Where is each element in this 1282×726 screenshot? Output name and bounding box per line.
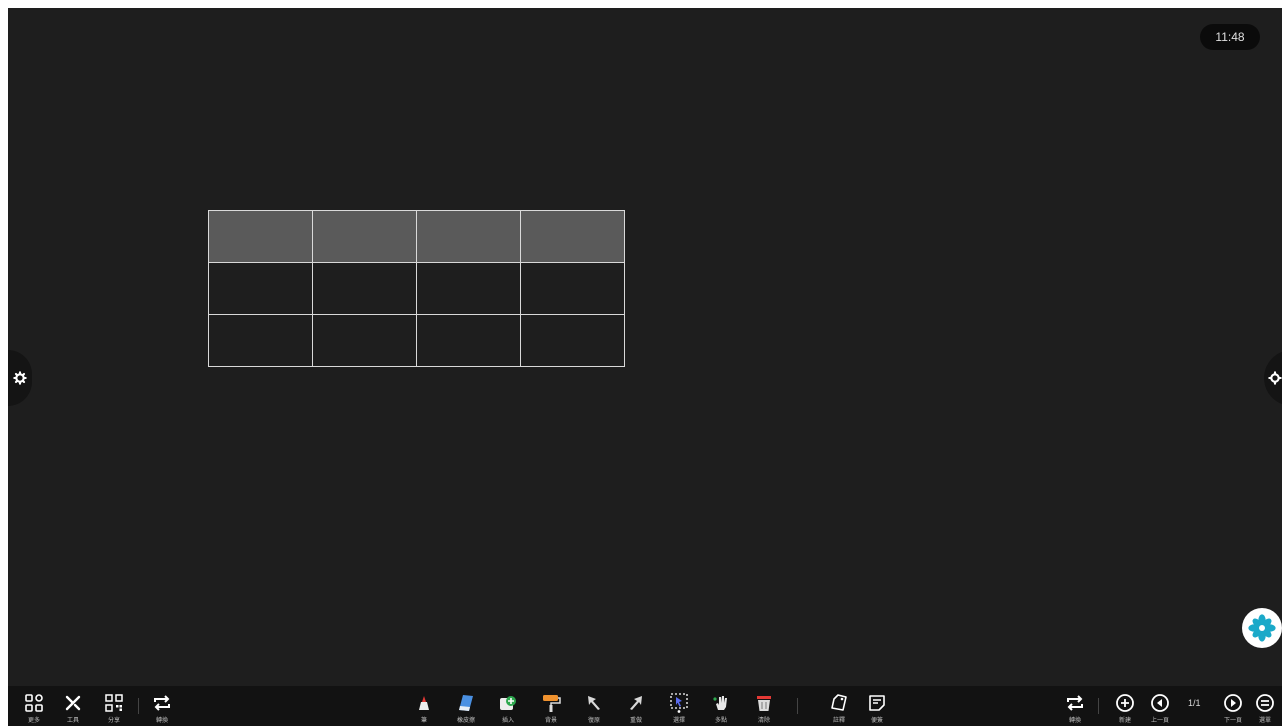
toolbar-divider	[138, 698, 139, 714]
toolbar-label: 橡皮擦	[456, 718, 475, 724]
grid-apps-icon	[25, 694, 43, 712]
clock: 11:48	[1200, 24, 1260, 50]
annotation-tag-icon	[831, 694, 847, 711]
toolbar-label: 清除	[757, 718, 770, 724]
pen-icon	[419, 696, 429, 710]
clear-trash-icon	[757, 696, 771, 711]
switch-button[interactable]: 轉換	[145, 686, 179, 726]
eraser-icon	[459, 695, 473, 711]
qr-code-icon	[105, 694, 123, 712]
table-cell[interactable]	[520, 210, 625, 263]
table-row	[208, 314, 625, 367]
toolbar-label: 便簽	[870, 718, 883, 724]
toolbar-label: 筆	[420, 718, 427, 724]
toolbar-label: 工具	[66, 718, 79, 724]
pinwheel-icon	[1248, 614, 1276, 642]
bottom-toolbar: 更多 工具 分享 轉換 筆 橡皮擦 插入 背景 復原 重做 選擇 多點 清除 註…	[8, 686, 1282, 726]
previous-page-icon	[1151, 694, 1169, 712]
eraser-button[interactable]: 橡皮擦	[449, 686, 483, 726]
switch-icon	[1067, 695, 1083, 711]
table-cell[interactable]	[416, 262, 521, 315]
table-cell[interactable]	[312, 210, 417, 263]
table-cell[interactable]	[312, 262, 417, 315]
toolbar-label: 更多	[27, 718, 40, 724]
new-page-icon	[1116, 694, 1134, 712]
left-settings-tab[interactable]	[8, 350, 32, 406]
insert-icon	[500, 696, 516, 710]
table-cell[interactable]	[416, 210, 521, 263]
redo-icon	[630, 696, 642, 710]
next-page-icon	[1224, 694, 1242, 712]
menu-icon	[1256, 694, 1274, 712]
table-row	[208, 262, 625, 315]
tools-button[interactable]: 工具	[56, 686, 90, 726]
switch-icon	[154, 695, 170, 711]
next-page-button[interactable]: 下一頁	[1216, 686, 1250, 726]
sticky-note-icon	[869, 695, 885, 711]
table-header-row	[208, 210, 625, 263]
switch-button-right[interactable]: 轉換	[1058, 686, 1092, 726]
insert-button[interactable]: 插入	[491, 686, 525, 726]
tools-icon	[65, 695, 81, 711]
redo-button[interactable]: 重做	[619, 686, 653, 726]
toolbar-label: 分享	[107, 718, 120, 724]
toolbar-label: 重做	[629, 718, 642, 724]
background-roller-icon	[543, 695, 561, 712]
toolbar-label: 選單	[1258, 718, 1271, 724]
table-cell[interactable]	[312, 314, 417, 367]
right-settings-tab[interactable]	[1264, 350, 1282, 406]
toolbar-divider	[1098, 698, 1099, 714]
gear-icon	[1268, 371, 1282, 385]
toolbar-label: 轉換	[1068, 718, 1081, 724]
multi-touch-button[interactable]: 多點	[704, 686, 738, 726]
menu-button[interactable]: 選單	[1248, 686, 1282, 726]
toolbar-label: 新建	[1118, 718, 1131, 724]
annotation-button[interactable]: 註釋	[822, 686, 856, 726]
table-cell[interactable]	[416, 314, 521, 367]
toolbar-label: 轉換	[155, 718, 168, 724]
floating-assist-button[interactable]	[1242, 608, 1282, 648]
previous-page-button[interactable]: 上一頁	[1143, 686, 1177, 726]
table-cell[interactable]	[208, 210, 313, 263]
share-button[interactable]: 分享	[97, 686, 131, 726]
table-cell[interactable]	[208, 262, 313, 315]
multi-touch-hand-icon	[713, 696, 727, 710]
select-button[interactable]: 選擇	[662, 686, 696, 726]
toolbar-divider	[797, 698, 798, 714]
toolbar-label: 選擇	[672, 718, 685, 724]
new-page-button[interactable]: 新建	[1108, 686, 1142, 726]
page-indicator: 1/1	[1188, 698, 1201, 708]
toolbar-label: 背景	[544, 718, 557, 724]
toolbar-label: 下一頁	[1223, 718, 1242, 724]
table-cell[interactable]	[520, 314, 625, 367]
select-icon	[670, 693, 688, 713]
pen-button[interactable]: 筆	[407, 686, 441, 726]
table-cell[interactable]	[520, 262, 625, 315]
toolbar-label: 多點	[714, 718, 727, 724]
inserted-table[interactable]	[208, 210, 625, 367]
table-cell[interactable]	[208, 314, 313, 367]
toolbar-label: 上一頁	[1150, 718, 1169, 724]
more-apps-button[interactable]: 更多	[17, 686, 51, 726]
toolbar-label: 註釋	[832, 718, 845, 724]
background-button[interactable]: 背景	[534, 686, 568, 726]
toolbar-label: 插入	[501, 718, 514, 724]
gear-icon	[13, 371, 27, 385]
clear-button[interactable]: 清除	[747, 686, 781, 726]
sticky-note-button[interactable]: 便簽	[860, 686, 894, 726]
toolbar-label: 復原	[587, 718, 600, 724]
undo-button[interactable]: 復原	[577, 686, 611, 726]
undo-icon	[588, 696, 600, 710]
whiteboard-canvas[interactable]: 11:48 更多 工具 分享 轉換 筆 橡皮擦 插入 背景 復原 重做 選擇 多…	[8, 8, 1282, 726]
